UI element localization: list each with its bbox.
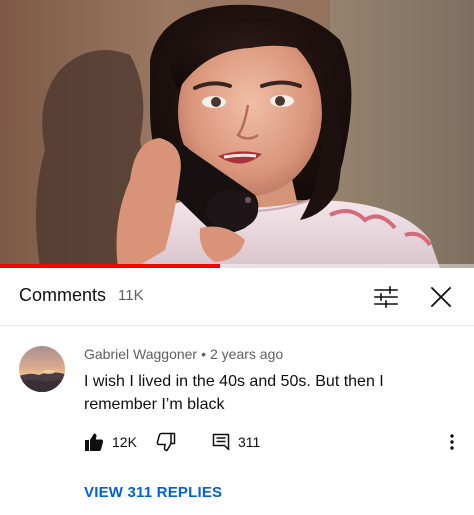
comments-count: 11K [118, 287, 144, 304]
view-replies-button[interactable]: VIEW 311 REPLIES [84, 484, 222, 501]
comment-meta: Gabriel Waggoner • 2 years ago [84, 346, 283, 362]
close-comments-button[interactable] [424, 280, 458, 314]
comment-thread: Gabriel Waggoner • 2 years ago I wish I li… [0, 326, 474, 515]
more-vertical-icon [450, 434, 454, 450]
like-button[interactable]: 12K [84, 430, 137, 454]
comment-reply-icon [212, 433, 230, 451]
comment-author[interactable]: Gabriel Waggoner [84, 346, 197, 362]
video-player[interactable] [0, 0, 474, 268]
video-still-image [0, 0, 474, 268]
sort-filter-button[interactable] [370, 282, 402, 312]
comment-text: I wish I lived in the 40s and 50s. But t… [84, 373, 384, 413]
avatar-image [19, 346, 65, 392]
thumbs-up-icon [85, 433, 104, 451]
sort-filter-icon [374, 286, 398, 308]
like-count: 12K [112, 434, 137, 450]
meta-separator: • [201, 346, 206, 362]
reply-count: 311 [238, 434, 261, 450]
comment-time: 2 years ago [210, 346, 284, 362]
thumbs-down-icon [156, 432, 176, 452]
avatar[interactable] [19, 346, 65, 392]
dislike-button[interactable] [156, 430, 176, 454]
comments-screen: Comments 11K Gabriel Waggoner • 2 years … [0, 0, 474, 515]
more-options-button[interactable] [442, 430, 462, 454]
comments-title: Comments [19, 285, 107, 305]
reply-button[interactable]: 311 [212, 430, 260, 454]
comment-actions: 12K 311 [84, 430, 474, 454]
close-icon [430, 286, 452, 308]
comments-header: Comments 11K [0, 268, 474, 326]
